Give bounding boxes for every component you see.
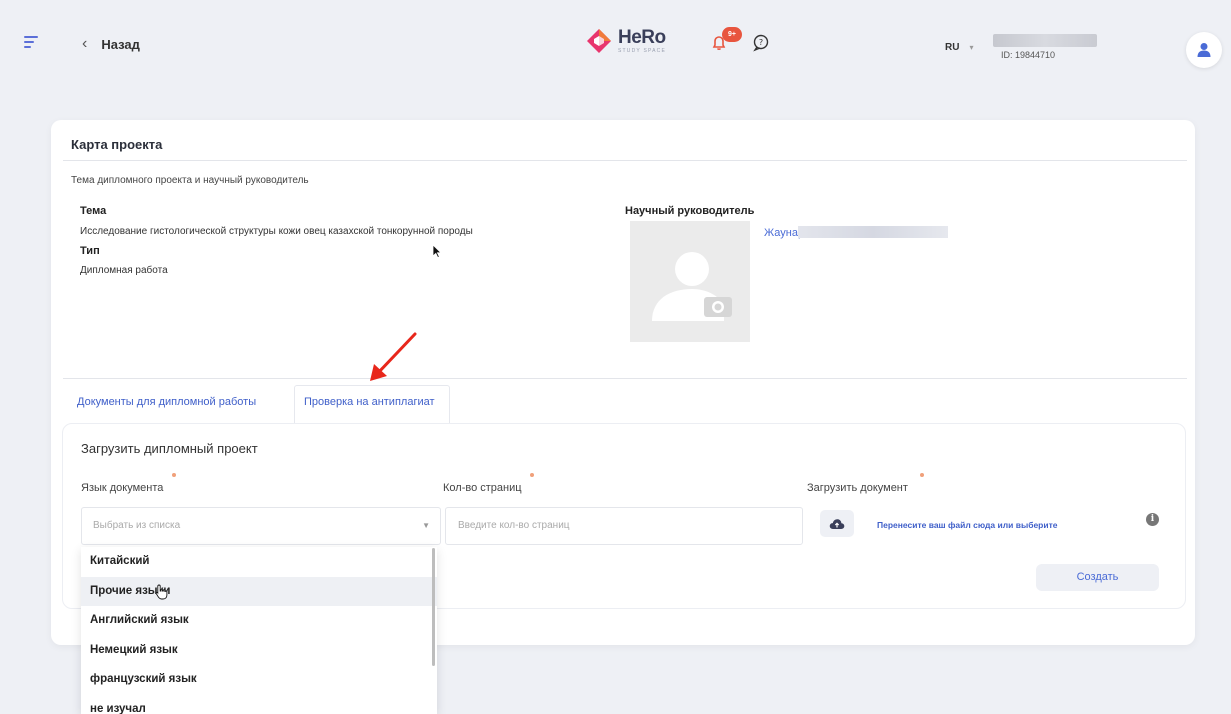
type-value: Дипломная работа — [80, 265, 168, 276]
dropdown-option[interactable]: Немецкий язык — [81, 636, 437, 666]
top-bar: ‹ Назад HeRo STUDY SPACE 9+ ? RU ▾ ID: 1… — [0, 0, 1231, 92]
notification-badge: 9+ — [722, 27, 742, 42]
language-label: Язык документа — [81, 482, 164, 494]
pages-label: Кол-во страниц — [443, 482, 522, 494]
document-label: Загрузить документ — [807, 482, 908, 494]
divider — [63, 160, 1187, 161]
language-value: RU — [945, 42, 960, 53]
topic-label: Тема — [80, 205, 107, 217]
back-label: Назад — [101, 36, 140, 52]
dropdown-option[interactable]: Английский язык — [81, 606, 437, 636]
type-label: Тип — [80, 245, 100, 257]
logo-text: HeRo — [618, 27, 666, 48]
support-chat-icon[interactable]: ? — [752, 34, 770, 52]
tab-plagiarism-check[interactable]: Проверка на антиплагиат — [304, 396, 435, 408]
user-name-redacted — [993, 34, 1097, 47]
cloud-upload-icon — [829, 518, 845, 529]
language-placeholder: Выбрать из списка — [93, 520, 181, 531]
dropdown-option[interactable]: Прочие языки — [81, 576, 437, 606]
caret-down-icon: ▼ — [422, 521, 430, 530]
required-marker — [920, 473, 924, 477]
divider — [63, 378, 1187, 379]
hand-cursor-icon — [155, 584, 168, 600]
menu-icon[interactable] — [24, 36, 38, 48]
user-placeholder-icon — [652, 252, 732, 321]
pages-input[interactable]: Введите кол-во страниц — [445, 507, 803, 545]
supervisor-photo — [630, 221, 750, 342]
topic-value: Исследование гистологической структуры к… — [80, 226, 473, 237]
dropdown-scrollbar[interactable] — [432, 548, 435, 666]
logo[interactable]: HeRo STUDY SPACE — [586, 28, 666, 54]
upload-title: Загрузить дипломный проект — [81, 441, 258, 456]
drop-zone-text[interactable]: Перенесите ваш файл сюда или выберите — [877, 520, 1058, 530]
language-dropdown: Китайский Прочие языки Английский язык Н… — [81, 547, 437, 714]
hero-logo-icon — [587, 29, 611, 53]
supervisor-name-redacted — [798, 226, 948, 238]
dropdown-option[interactable]: Китайский — [81, 547, 437, 577]
arrow-cursor-icon — [432, 244, 442, 258]
create-button[interactable]: Создать — [1036, 564, 1159, 591]
chevron-left-icon: ‹ — [82, 35, 88, 52]
back-button[interactable]: ‹ Назад — [82, 35, 140, 53]
upload-button[interactable] — [820, 510, 854, 537]
required-marker — [530, 473, 534, 477]
caret-down-icon: ▾ — [969, 43, 974, 52]
required-marker — [172, 473, 176, 477]
user-info[interactable]: ID: 19844710 — [993, 34, 1097, 60]
supervisor-label: Научный руководитель — [625, 205, 755, 217]
dropdown-option[interactable]: не изучал — [81, 695, 437, 714]
svg-text:?: ? — [759, 38, 763, 47]
annotation-arrow-icon — [370, 332, 417, 381]
logo-subtext: STUDY SPACE — [618, 48, 667, 54]
tab-diploma-documents[interactable]: Документы для дипломной работы — [77, 396, 256, 408]
dropdown-option[interactable]: французский язык — [81, 665, 437, 695]
user-icon — [1197, 43, 1211, 57]
profile-button[interactable] — [1186, 32, 1222, 68]
user-id: ID: 19844710 — [1001, 50, 1056, 60]
language-select-field[interactable]: Выбрать из списка ▼ — [81, 507, 441, 545]
info-icon[interactable]: i — [1146, 513, 1159, 526]
language-select[interactable]: RU ▾ — [945, 42, 973, 53]
pages-placeholder: Введите кол-во страниц — [458, 520, 570, 531]
card-title: Карта проекта — [71, 137, 163, 152]
section-subtitle: Тема дипломного проекта и научный руково… — [71, 175, 309, 186]
